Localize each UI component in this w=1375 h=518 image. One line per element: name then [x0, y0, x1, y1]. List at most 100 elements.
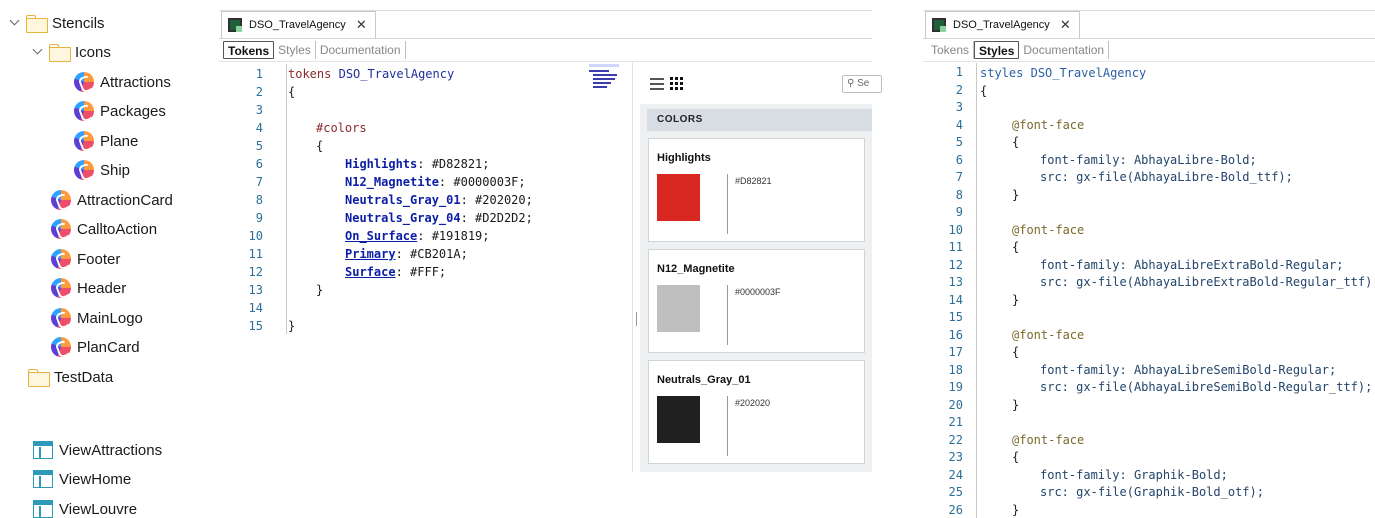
tree-item-test-data[interactable]: TestData — [28, 364, 113, 390]
line-number: 16 — [948, 327, 963, 342]
subtab-bar: Tokens Styles Documentation — [923, 38, 1375, 62]
property-name: font-family: — [1040, 467, 1127, 482]
chevron-down-icon[interactable] — [31, 45, 45, 59]
tree-item-label: AttractionCard — [77, 191, 173, 209]
at-rule: @font-face — [1012, 117, 1085, 132]
tree-item-view-attractions[interactable]: ViewAttractions — [33, 437, 162, 463]
color-name: N12_Magnetite — [657, 263, 735, 275]
close-brace: } — [1012, 502, 1020, 517]
design-system-icon — [228, 18, 242, 32]
tab-styles[interactable]: Styles — [974, 41, 1020, 59]
line-number: 1 — [955, 65, 963, 79]
src-declaration: src: gx-file(AbhayaLibreSemiBold-Regular… — [1040, 379, 1372, 397]
tokens-code-area[interactable]: 1 2 3 4 5 6 7 8 9 10 11 12 13 14 15 tokens DSO_TravelA… — [219, 64, 629, 364]
at-rule: @font-face — [1012, 432, 1085, 447]
token-name: On_Surface — [345, 229, 418, 243]
fold-guide — [286, 64, 287, 334]
tree-item-main-logo[interactable]: MainLogo — [51, 305, 143, 331]
line-number: 3 — [955, 100, 963, 114]
tree-item-call-to-action[interactable]: CalltoAction — [51, 216, 157, 242]
line-number: 26 — [948, 502, 963, 517]
tab-tokens[interactable]: Tokens — [223, 41, 275, 59]
folder-icon — [49, 44, 71, 62]
tree-item-packages[interactable]: Packages — [74, 98, 166, 124]
font-family-declaration: font-family: AbhayaLibreSemiBold-Regular… — [1040, 362, 1336, 380]
web-panel-icon — [33, 470, 53, 488]
pane-splitter[interactable] — [632, 62, 640, 472]
token-value: #202020; — [475, 193, 533, 207]
tree-item-label: Packages — [100, 102, 166, 120]
tree-item-label: Stencils — [52, 14, 105, 32]
document-tab[interactable]: DSO_TravelAgency ✕ — [221, 11, 376, 38]
line-number: 3 — [255, 103, 263, 117]
token-name: Primary — [345, 247, 396, 261]
stencil-icon — [51, 190, 71, 210]
tree-item-header[interactable]: Header — [51, 275, 126, 301]
tree-item-label: CalltoAction — [77, 220, 158, 238]
grid-view-icon[interactable] — [670, 77, 683, 90]
line-number: 14 — [248, 301, 263, 315]
separator: : — [438, 175, 454, 189]
color-card[interactable]: N12_Magnetite #0000003F — [648, 249, 865, 353]
tree-item-icons[interactable]: Icons — [31, 39, 111, 65]
tree-item-label: Ship — [100, 161, 131, 179]
line-number: 9 — [255, 211, 263, 225]
code-line-1: styles DSO_TravelAgency — [980, 64, 1146, 82]
code-line-2: { — [980, 83, 988, 98]
color-hex: #0000003F — [735, 287, 781, 297]
line-number: 23 — [948, 450, 963, 464]
tree-item-plane[interactable]: Plane — [74, 128, 138, 154]
line-number: 5 — [255, 139, 263, 153]
color-card[interactable]: Neutrals_Gray_01 #202020 — [648, 360, 865, 464]
src-declaration: src: gx-file(AbhayaLibre-Bold_ttf); — [1040, 169, 1293, 187]
separator: : — [395, 247, 411, 261]
line-number: 18 — [948, 362, 963, 377]
src-declaration: src: gx-file(Graphik-Bold_otf); — [1040, 484, 1264, 502]
tree-item-label: TestData — [54, 368, 114, 386]
close-icon[interactable]: ✕ — [1060, 17, 1071, 33]
tree-item-label: Attractions — [100, 73, 171, 91]
tree-item-label: MainLogo — [77, 309, 143, 327]
chevron-down-icon[interactable] — [8, 16, 22, 30]
tab-styles[interactable]: Styles — [274, 41, 316, 59]
color-swatch — [657, 396, 700, 443]
stencil-icon — [74, 72, 94, 92]
stencil-icon — [51, 337, 71, 357]
close-icon[interactable]: ✕ — [356, 17, 367, 33]
tab-documentation[interactable]: Documentation — [1019, 41, 1110, 59]
document-tab-title: DSO_TravelAgency — [249, 19, 346, 31]
tab-documentation[interactable]: Documentation — [316, 41, 406, 59]
tree-item-view-home[interactable]: ViewHome — [33, 466, 131, 492]
tree-item-plan-card[interactable]: PlanCard — [51, 334, 140, 360]
fold-guide — [976, 63, 977, 518]
styles-code-area[interactable]: 1 2 3 4 5 6 7 8 9 10 11 12 13 14 15 16 17 18 19 20 21 22 23 24 2… — [923, 63, 1375, 518]
token-definition: N12_Magnetite: #0000003F; — [345, 173, 526, 191]
token-name: Neutrals_Gray_04 — [345, 211, 461, 225]
tree-item-attraction-card[interactable]: AttractionCard — [51, 187, 173, 213]
document-tab-title: DSO_TravelAgency — [953, 19, 1050, 31]
open-brace: { — [1012, 240, 1020, 254]
search-input[interactable]: ⚲ Se — [842, 75, 882, 93]
color-card[interactable]: Highlights #D82821 — [648, 138, 865, 242]
tree-item-ship[interactable]: Ship — [74, 157, 130, 183]
color-swatch — [657, 174, 700, 221]
tree-item-footer[interactable]: Footer — [51, 246, 120, 272]
tab-tokens[interactable]: Tokens — [927, 41, 975, 59]
token-name: Surface — [345, 265, 396, 279]
list-view-icon[interactable] — [650, 78, 666, 90]
tree-item-stencils[interactable]: Stencils — [8, 10, 105, 36]
tree-item-view-louvre[interactable]: ViewLouvre — [33, 496, 137, 518]
tab-strip — [219, 0, 872, 11]
tree-item-attractions[interactable]: Attractions — [74, 69, 171, 95]
open-brace: { — [1012, 450, 1020, 464]
line-number: 5 — [955, 135, 963, 149]
color-hex: #D82821 — [735, 176, 772, 186]
property-value: AbhayaLibreSemiBold-Regular; — [1133, 362, 1337, 377]
line-number: 10 — [248, 229, 263, 243]
close-brace: } — [1012, 187, 1020, 202]
line-number: 4 — [255, 121, 263, 135]
minimap[interactable] — [589, 64, 633, 472]
document-tab[interactable]: DSO_TravelAgency ✕ — [925, 11, 1080, 38]
